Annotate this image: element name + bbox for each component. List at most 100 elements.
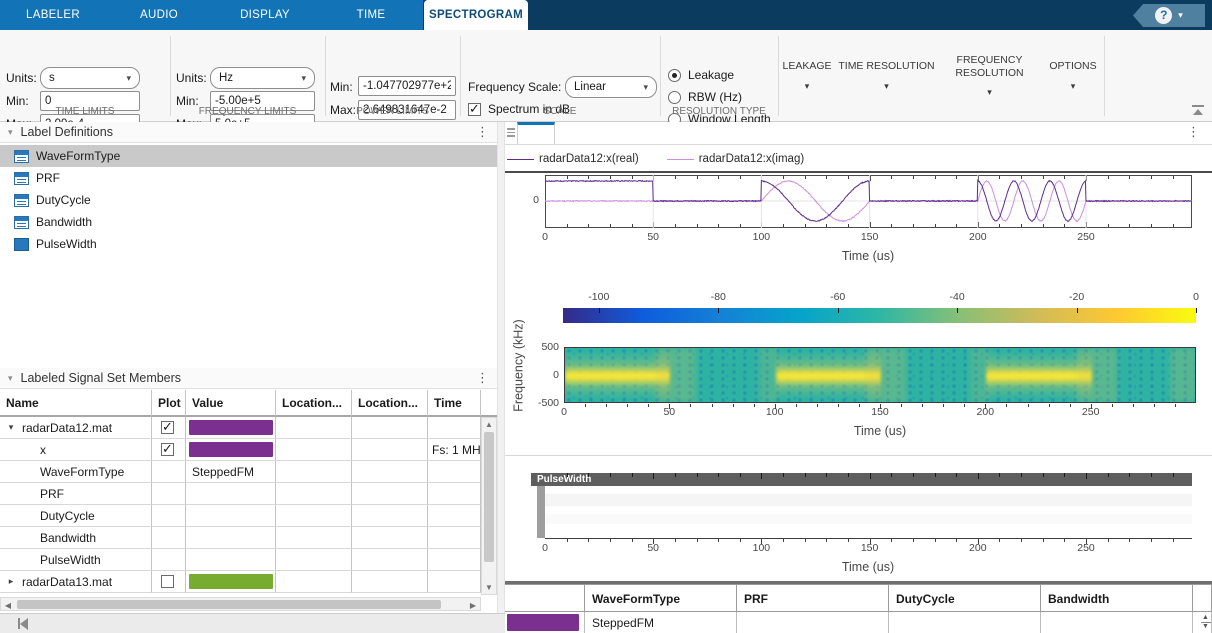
table-cell[interactable]: [152, 461, 186, 483]
tab-audio[interactable]: AUDIO: [106, 0, 212, 30]
table-cell[interactable]: WaveFormType: [0, 461, 152, 483]
table-cell[interactable]: [152, 483, 186, 505]
table-cell[interactable]: [428, 527, 481, 549]
table-cell[interactable]: [352, 505, 428, 527]
table-cell[interactable]: [276, 417, 352, 439]
table-cell[interactable]: [352, 571, 428, 593]
spectrogram-axes[interactable]: [564, 347, 1196, 403]
column-header-plot[interactable]: Plot: [152, 390, 186, 417]
table-cell[interactable]: [186, 505, 276, 527]
column-header-time[interactable]: Time: [428, 390, 481, 417]
kebab-menu-icon[interactable]: ⋮: [1187, 124, 1200, 140]
label-definition-dutycycle[interactable]: DutyCycle: [0, 189, 497, 211]
value-column-header-prf[interactable]: PRF: [737, 584, 889, 612]
table-cell[interactable]: [276, 571, 352, 593]
table-cell[interactable]: [152, 571, 186, 593]
time-resolution-dropdown-button[interactable]: TIME RESOLUTION▾: [836, 36, 937, 116]
collapse-caret-icon[interactable]: ▾: [8, 373, 13, 384]
expander-collapsed-icon[interactable]: ▸: [4, 576, 18, 587]
table-cell[interactable]: [428, 483, 481, 505]
frequency-scale-dropdown[interactable]: Linear▾: [565, 76, 657, 98]
table-cell[interactable]: [152, 549, 186, 571]
scroll-left-icon[interactable]: ◀: [3, 601, 13, 610]
scroll-down-icon[interactable]: ▼: [482, 583, 496, 592]
value-column-header-dutycycle[interactable]: DutyCycle: [889, 584, 1041, 612]
table-cell[interactable]: [352, 549, 428, 571]
table-cell[interactable]: SteppedFM: [186, 461, 276, 483]
radio-rbw-hz-[interactable]: RBW (Hz): [668, 90, 742, 104]
table-cell[interactable]: PRF: [0, 483, 152, 505]
table-cell[interactable]: [352, 461, 428, 483]
tab-time[interactable]: TIME: [318, 0, 424, 30]
value-column-header-bandwidth[interactable]: Bandwidth: [1041, 584, 1193, 612]
value-column-header-waveformtype[interactable]: WaveFormType: [585, 584, 737, 612]
scroll-right-icon[interactable]: ▶: [468, 601, 478, 610]
label-definition-pulsewidth[interactable]: PulseWidth: [0, 233, 497, 255]
help-button[interactable]: ? ▾: [1133, 4, 1205, 27]
table-cell[interactable]: [152, 417, 186, 439]
table-cell[interactable]: [186, 417, 276, 439]
collapse-caret-icon[interactable]: ▾: [8, 127, 13, 138]
table-cell[interactable]: Fs: 1 MHz: [428, 439, 481, 461]
value-table-cell[interactable]: [889, 612, 1041, 633]
table-cell[interactable]: [152, 527, 186, 549]
table-cell[interactable]: [276, 439, 352, 461]
table-cell[interactable]: [352, 439, 428, 461]
time-waveform-plot[interactable]: [545, 175, 1192, 228]
table-cell[interactable]: [276, 549, 352, 571]
members-vertical-scrollbar[interactable]: ▲ ▼: [481, 417, 497, 595]
kebab-menu-icon[interactable]: ⋮: [476, 370, 489, 386]
options-dropdown-button[interactable]: OPTIONS▾: [1042, 36, 1104, 116]
go-to-start-icon[interactable]: [18, 618, 28, 630]
plot-checkbox[interactable]: [161, 443, 174, 456]
table-cell[interactable]: [186, 527, 276, 549]
table-cell[interactable]: [428, 549, 481, 571]
table-cell[interactable]: [186, 571, 276, 593]
frequency-resolution-dropdown-button[interactable]: FREQUENCY RESOLUTION▾: [937, 36, 1042, 116]
table-cell[interactable]: [152, 439, 186, 461]
table-cell[interactable]: [186, 483, 276, 505]
column-header-name[interactable]: Name: [0, 390, 152, 417]
table-cell[interactable]: [276, 527, 352, 549]
table-cell[interactable]: ▾radarData12.mat: [0, 417, 152, 439]
panel-grip-icon[interactable]: [507, 128, 515, 139]
value-table-cell[interactable]: SteppedFM: [585, 612, 737, 633]
table-cell[interactable]: [276, 461, 352, 483]
value-column-header-col5[interactable]: [1193, 584, 1212, 612]
value-table-cell[interactable]: ▲▼: [1193, 612, 1212, 633]
table-cell[interactable]: [352, 417, 428, 439]
table-cell[interactable]: [428, 461, 481, 483]
kebab-menu-icon[interactable]: ⋮: [476, 124, 489, 140]
table-cell[interactable]: PulseWidth: [0, 549, 152, 571]
label-definition-prf[interactable]: PRF: [0, 167, 497, 189]
table-cell[interactable]: x: [0, 439, 152, 461]
label-definition-bandwidth[interactable]: Bandwidth: [0, 211, 497, 233]
table-cell[interactable]: [352, 483, 428, 505]
table-cell[interactable]: ▸radarData13.mat: [0, 571, 152, 593]
time-units-dropdown[interactable]: s▾: [40, 67, 140, 89]
value-table-cell[interactable]: [737, 612, 889, 633]
scroll-up-icon[interactable]: ▲: [482, 420, 496, 429]
spin-up-icon[interactable]: ▲: [1202, 615, 1209, 621]
column-header-location[interactable]: Location...: [276, 390, 352, 417]
value-table-cell[interactable]: [505, 612, 585, 633]
freq-units-dropdown[interactable]: Hz▾: [210, 67, 315, 89]
label-strip-axes[interactable]: [545, 486, 1192, 538]
table-cell[interactable]: [276, 483, 352, 505]
signal-plot-tab[interactable]: [517, 122, 555, 145]
value-table-cell[interactable]: [1041, 612, 1193, 633]
table-cell[interactable]: Bandwidth: [0, 527, 152, 549]
table-cell[interactable]: [186, 439, 276, 461]
table-cell[interactable]: [276, 505, 352, 527]
power-min-field[interactable]: [358, 76, 456, 96]
panel-splitter[interactable]: [497, 122, 505, 633]
table-cell[interactable]: [352, 527, 428, 549]
table-cell[interactable]: [428, 417, 481, 439]
table-cell[interactable]: [186, 549, 276, 571]
pulsewidth-label-band[interactable]: PulseWidth: [531, 473, 1192, 486]
spectrogram-colorbar[interactable]: [563, 308, 1196, 323]
table-cell[interactable]: DutyCycle: [0, 505, 152, 527]
members-horizontal-scrollbar[interactable]: ◀ ▶: [0, 597, 481, 611]
leakage-dropdown-button[interactable]: LEAKAGE▾: [778, 36, 836, 116]
plot-checkbox[interactable]: [161, 421, 174, 434]
